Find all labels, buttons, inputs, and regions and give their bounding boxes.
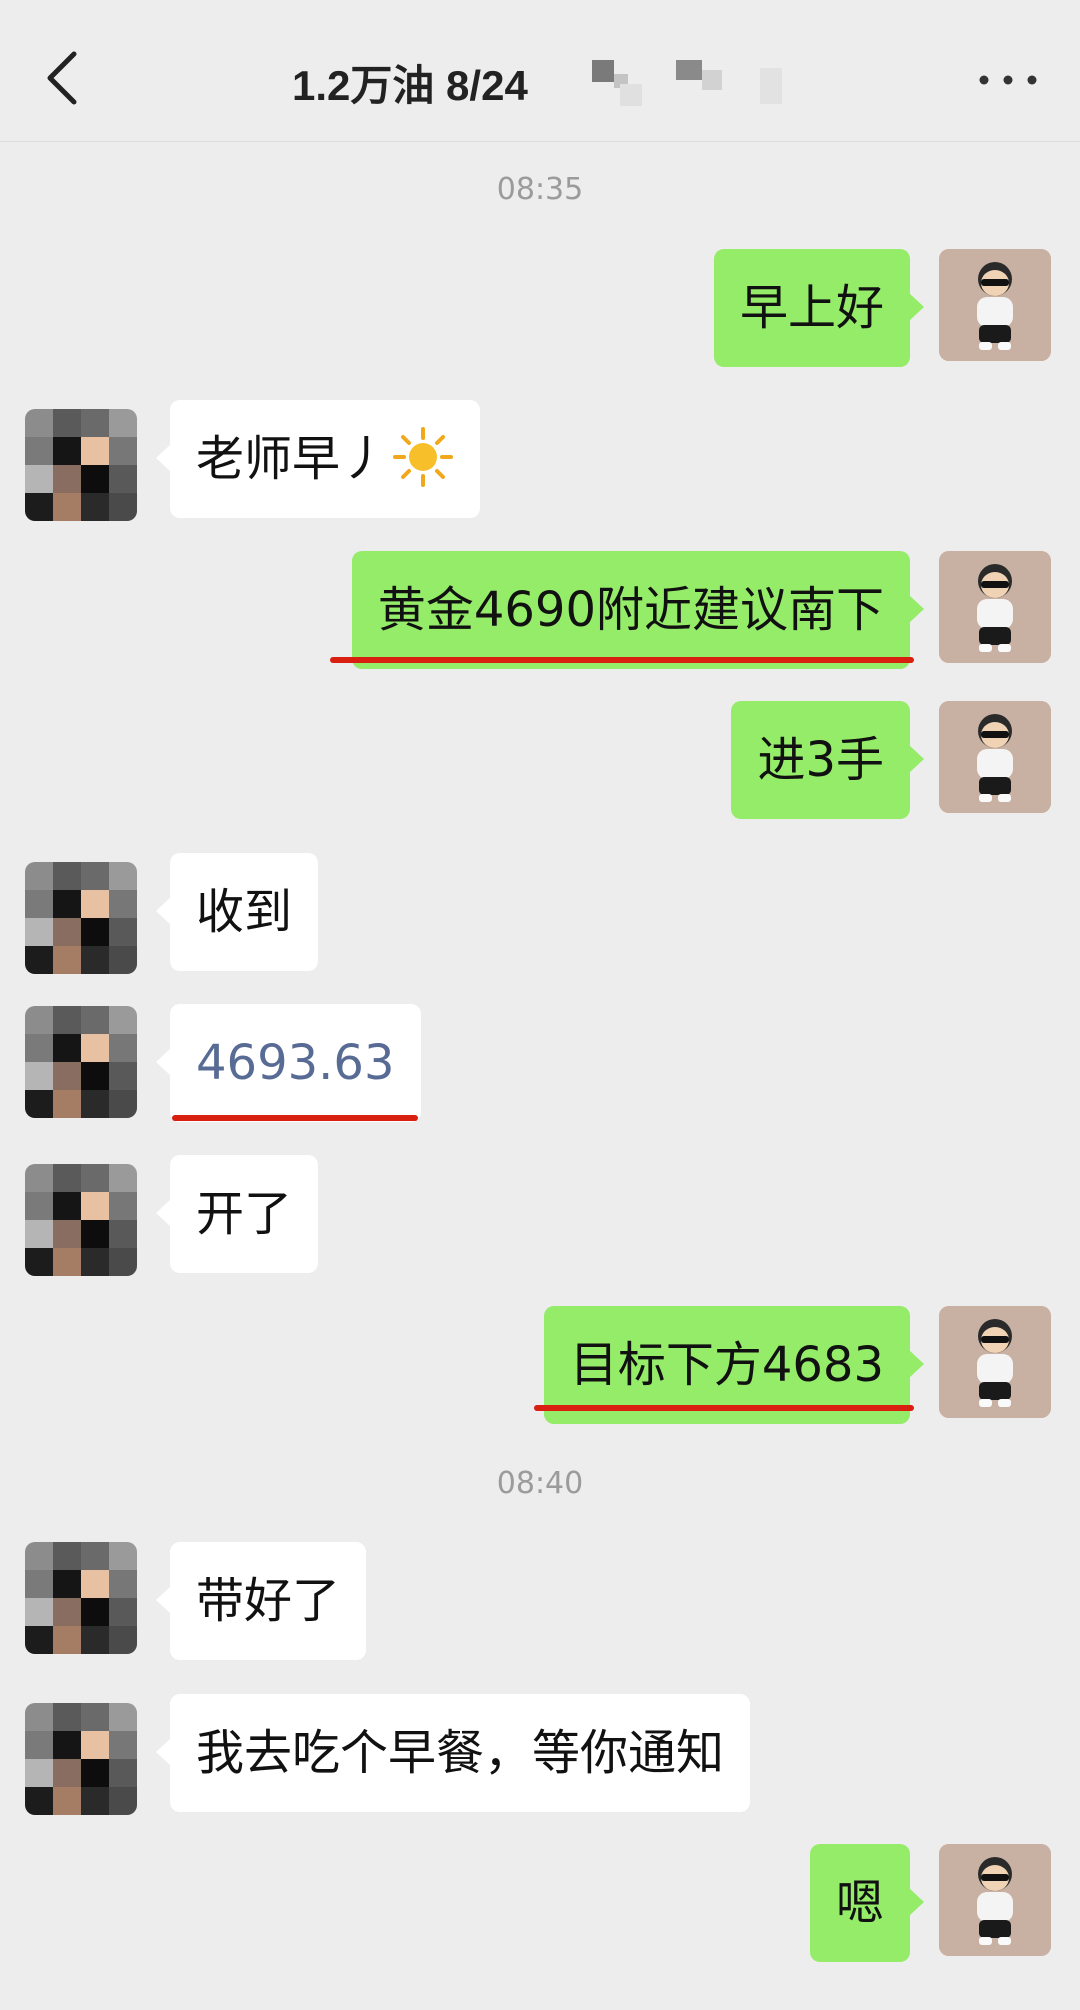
- red-underline-annotation: [330, 657, 914, 663]
- contact-avatar[interactable]: [25, 1164, 137, 1276]
- message-text: 我去吃个早餐，等你通知: [196, 1725, 725, 1781]
- message-bubble-incoming[interactable]: 收到: [155, 853, 319, 971]
- message-text: 收到: [196, 884, 293, 940]
- message-bubble-outgoing[interactable]: 早上好: [713, 249, 925, 367]
- message-text: 嗯: [835, 1875, 884, 1931]
- more-horizontal-icon[interactable]: [976, 60, 1040, 100]
- message-text: 开了: [196, 1186, 293, 1242]
- message-bubble-incoming[interactable]: 带好了: [155, 1542, 367, 1660]
- message-bubble-incoming[interactable]: 我去吃个早餐，等你通知: [155, 1694, 751, 1812]
- chat-header: 1.2万油 8/24: [0, 0, 1080, 142]
- message-bubble-incoming[interactable]: 开了: [155, 1155, 319, 1273]
- contact-avatar[interactable]: [25, 862, 137, 974]
- chevron-left-icon[interactable]: [40, 48, 84, 108]
- contact-avatar[interactable]: [25, 1006, 137, 1118]
- contact-avatar[interactable]: [25, 1542, 137, 1654]
- message-bubble-incoming[interactable]: 4693.63: [156, 1004, 421, 1122]
- timestamp: 08:40: [496, 1466, 584, 1501]
- my-avatar[interactable]: [939, 249, 1051, 361]
- timestamp: 08:35: [496, 172, 584, 207]
- message-text: 带好了: [196, 1573, 341, 1629]
- message-text: 早上好: [739, 280, 884, 336]
- message-text: 目标下方4683: [569, 1337, 884, 1393]
- message-bubble-outgoing[interactable]: 进3手: [731, 701, 924, 819]
- my-avatar[interactable]: [939, 551, 1051, 663]
- my-avatar[interactable]: [939, 1306, 1051, 1418]
- contact-avatar[interactable]: [25, 409, 137, 521]
- message-bubble-outgoing[interactable]: 嗯: [809, 1844, 925, 1962]
- my-avatar[interactable]: [939, 701, 1051, 813]
- message-link-text[interactable]: 4693.63: [196, 1035, 395, 1091]
- red-underline-annotation: [534, 1405, 914, 1411]
- message-bubble-incoming[interactable]: 老师早丿: [155, 400, 481, 518]
- message-text: 老师早丿: [196, 431, 389, 487]
- message-bubble-outgoing[interactable]: 黄金4690附近建议南下: [351, 551, 925, 669]
- blurred-title-suffix: [592, 60, 782, 106]
- my-avatar[interactable]: [939, 1844, 1051, 1956]
- message-text: 进3手: [757, 732, 884, 788]
- chat-title: 1.2万油 8/24: [292, 62, 528, 109]
- contact-avatar[interactable]: [25, 1703, 137, 1815]
- sun-icon: [393, 427, 454, 487]
- red-underline-annotation: [172, 1115, 418, 1121]
- message-text: 黄金4690附近建议南下: [377, 582, 884, 638]
